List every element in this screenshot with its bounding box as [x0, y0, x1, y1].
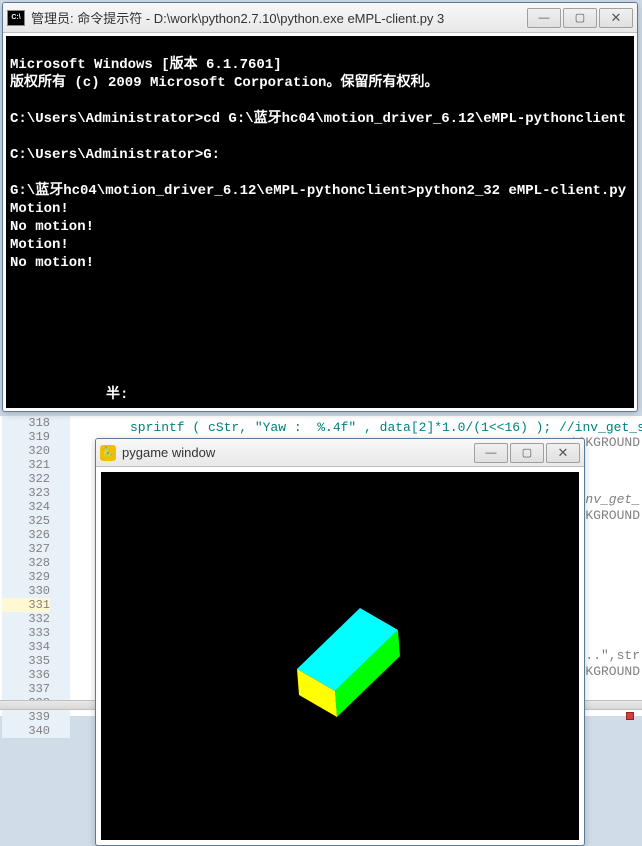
- line-number: 324: [2, 500, 50, 514]
- console-line: C:\Users\Administrator>G:: [10, 147, 220, 163]
- error-indicator-icon: [626, 712, 634, 720]
- window-buttons: — ▢ ✕: [472, 443, 580, 463]
- line-number: 326: [2, 528, 50, 542]
- line-number: 323: [2, 486, 50, 500]
- minimize-button[interactable]: —: [474, 443, 508, 463]
- minimize-icon: —: [486, 447, 497, 459]
- line-number: 339: [2, 710, 50, 724]
- line-number: 319: [2, 430, 50, 444]
- window-buttons: — ▢ ✕: [525, 8, 633, 28]
- maximize-button[interactable]: ▢: [510, 443, 544, 463]
- close-button[interactable]: ✕: [599, 8, 633, 28]
- minimize-button[interactable]: —: [527, 8, 561, 28]
- console-output[interactable]: Microsoft Windows [版本 6.1.7601] 版权所有 (c)…: [6, 36, 634, 408]
- console-window[interactable]: C:\ 管理员: 命令提示符 - D:\work\python2.7.10\py…: [2, 2, 638, 412]
- pygame-title: pygame window: [122, 445, 466, 460]
- line-number: 334: [2, 640, 50, 654]
- console-line: No motion!: [10, 255, 94, 271]
- rotating-cube: [240, 556, 440, 756]
- code-fragment: sprintf ( cStr, "Yaw : %.4f" , data[2]*1…: [130, 420, 642, 435]
- line-number: 340: [2, 724, 50, 738]
- console-line: Microsoft Windows [版本 6.1.7601]: [10, 57, 282, 73]
- pygame-window[interactable]: 🐍 pygame window — ▢ ✕: [95, 438, 585, 846]
- line-number: 337: [2, 682, 50, 696]
- console-title: 管理员: 命令提示符 - D:\work\python2.7.10\python…: [31, 8, 519, 27]
- pygame-titlebar[interactable]: 🐍 pygame window — ▢ ✕: [96, 439, 584, 467]
- console-line: Motion!: [10, 201, 69, 217]
- console-line: 版权所有 (c) 2009 Microsoft Corporation。保留所有…: [10, 75, 438, 91]
- maximize-icon: ▢: [575, 11, 585, 24]
- pygame-icon: 🐍: [100, 445, 116, 461]
- maximize-icon: ▢: [522, 446, 532, 459]
- line-number-selected: 331: [2, 598, 50, 612]
- line-number: 325: [2, 514, 50, 528]
- close-icon: ✕: [558, 445, 569, 461]
- console-line: G:\蓝牙hc04\motion_driver_6.12\eMPL-python…: [10, 183, 634, 199]
- console-titlebar[interactable]: C:\ 管理员: 命令提示符 - D:\work\python2.7.10\py…: [3, 3, 637, 33]
- line-number: 321: [2, 458, 50, 472]
- console-line: No motion!: [10, 219, 94, 235]
- line-number: 330: [2, 584, 50, 598]
- line-number: 332: [2, 612, 50, 626]
- console-line: C:\Users\Administrator>cd G:\蓝牙hc04\moti…: [10, 111, 626, 127]
- minimize-icon: —: [539, 12, 550, 24]
- line-number: 335: [2, 654, 50, 668]
- close-icon: ✕: [611, 10, 622, 26]
- line-number: 336: [2, 668, 50, 682]
- pygame-canvas: [101, 472, 579, 840]
- maximize-button[interactable]: ▢: [563, 8, 597, 28]
- line-number: 329: [2, 570, 50, 584]
- line-number-gutter: 318 319 320 321 322 323 324 325 326 327 …: [2, 416, 70, 738]
- cmd-icon: C:\: [7, 10, 25, 26]
- snake-icon: 🐍: [102, 447, 114, 458]
- line-number: 328: [2, 556, 50, 570]
- line-number: 327: [2, 542, 50, 556]
- console-footer-text: 半:: [106, 386, 128, 404]
- close-button[interactable]: ✕: [546, 443, 580, 463]
- console-line: Motion!: [10, 237, 69, 253]
- line-number: 322: [2, 472, 50, 486]
- line-number: 333: [2, 626, 50, 640]
- line-number: 318: [2, 416, 50, 430]
- line-number: 320: [2, 444, 50, 458]
